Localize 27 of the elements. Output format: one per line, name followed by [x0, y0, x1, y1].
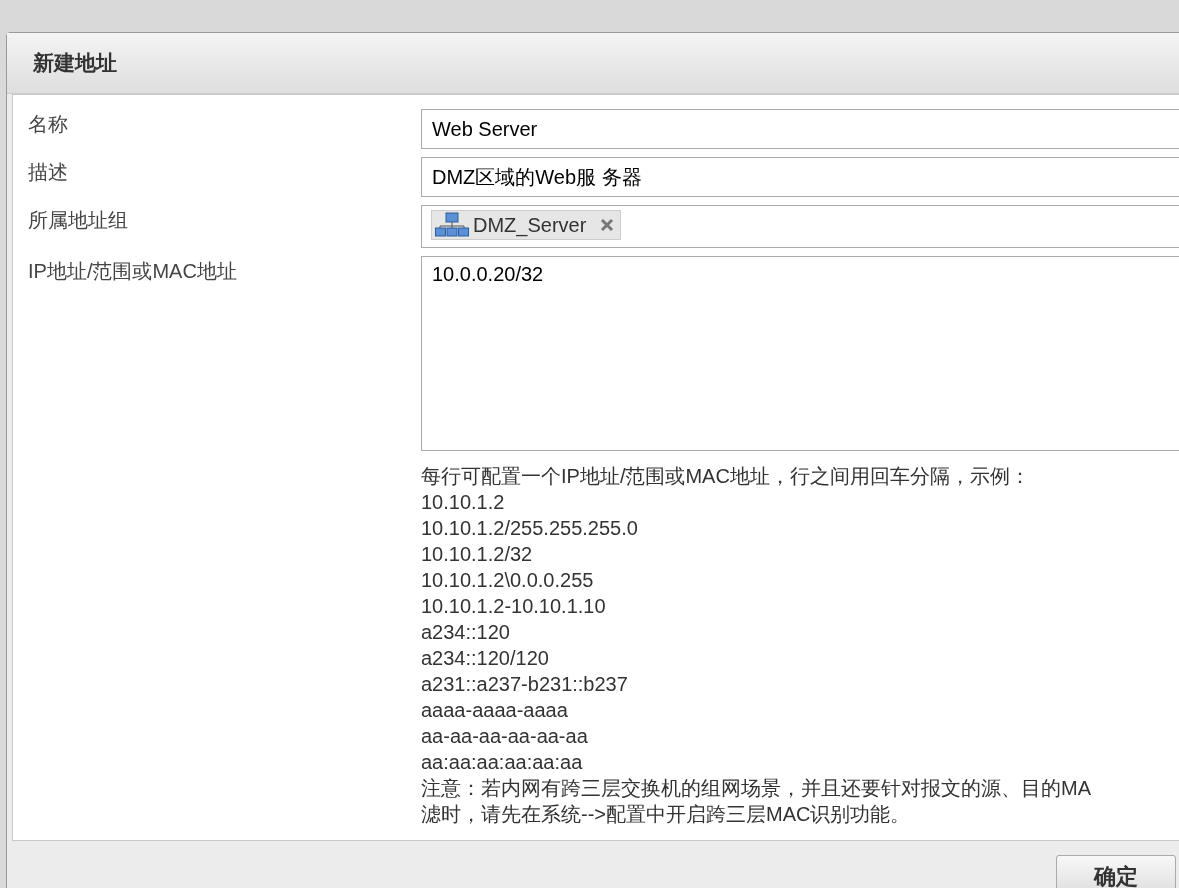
hint-text: a234::120/120 — [421, 646, 550, 671]
confirm-button[interactable]: 确定 — [1056, 855, 1176, 888]
address-group-tag: DMZ_Server — [431, 210, 622, 240]
text-field[interactable]: DMZ区域的Web服 务器 — [421, 157, 1179, 197]
hint-text: aa-aa-aa-aa-aa-aa — [421, 724, 589, 749]
hint-text: 10.10.1.2/255.255.255.0 — [421, 516, 639, 541]
hint-text: 10.10.1.2 — [421, 490, 506, 515]
network-icon — [435, 212, 469, 238]
remove-icon[interactable] — [600, 218, 615, 232]
hint-text: 注意：若内网有跨三层交换机的组网场景，并且还要针对报文的源、目的MA — [421, 776, 1092, 801]
address-textarea[interactable]: 10.0.0.20/32 — [421, 256, 1179, 451]
hint-text: 每行可配置一个IP地址/范围或MAC地址，行之间用回车分隔，示例： — [421, 464, 1031, 489]
hint-text: aaaa-aaaa-aaaa — [421, 698, 569, 723]
field-label: 描述 — [28, 160, 69, 185]
field-label: IP地址/范围或MAC地址 — [28, 259, 238, 284]
field-label: 所属地址组 — [28, 208, 129, 233]
text-field[interactable]: Web Server — [421, 109, 1179, 149]
tag-field[interactable]: DMZ_Server — [421, 205, 1179, 248]
hint-text: 10.10.1.2\0.0.0.255 — [421, 568, 595, 593]
hint-text: 10.10.1.2/32 — [421, 542, 534, 567]
hint-text: 滤时，请先在系统-->配置中开启跨三层MAC识别功能。 — [421, 802, 912, 827]
hint-text: a234::120 — [421, 620, 511, 645]
hint-text: aa:aa:aa:aa:aa:aa — [421, 750, 584, 775]
hint-text: 10.10.1.2-10.10.1.10 — [421, 594, 607, 619]
dialog-title: 新建地址 — [33, 49, 117, 77]
hint-text: a231::a237-b231::b237 — [421, 672, 629, 697]
field-label: 名称 — [28, 112, 69, 137]
